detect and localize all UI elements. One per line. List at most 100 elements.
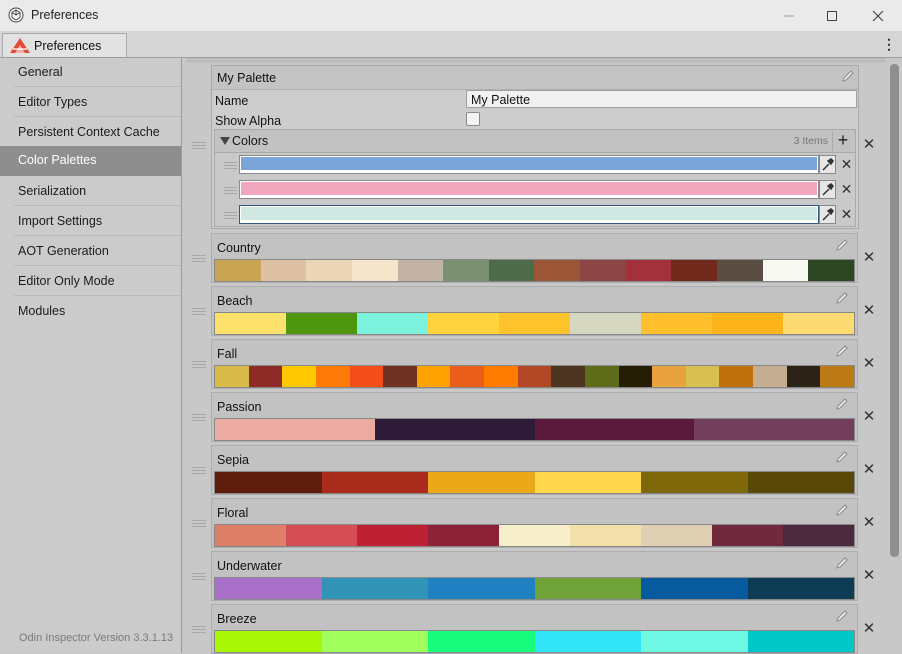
color-swatch (215, 313, 286, 334)
drag-handle-icon[interactable] (192, 414, 206, 422)
remove-color-icon[interactable]: ✕ (840, 157, 853, 171)
foldout-triangle-icon[interactable] (220, 137, 230, 145)
pencil-icon[interactable] (835, 450, 849, 464)
add-color-button[interactable]: + (832, 131, 853, 151)
palette-floral[interactable]: Floral (211, 498, 858, 548)
color-field[interactable] (239, 155, 819, 174)
color-strip[interactable] (214, 418, 855, 441)
remove-palette-icon[interactable]: ✕ (862, 409, 876, 424)
odin-logo-icon (10, 38, 30, 53)
color-swatch (315, 366, 350, 387)
drag-handle-icon[interactable] (192, 361, 206, 369)
color-swatch (783, 313, 854, 334)
sidebar-item-label: AOT Generation (18, 244, 109, 258)
color-swatch (321, 472, 428, 493)
color-swatch (428, 525, 499, 546)
color-strip[interactable] (214, 630, 855, 653)
drag-handle-icon[interactable] (224, 162, 237, 171)
tab-preferences[interactable]: Preferences (2, 33, 127, 57)
sidebar-item-modules[interactable]: Modules (0, 297, 181, 326)
color-swatch (499, 525, 570, 546)
drag-handle-icon[interactable] (192, 520, 206, 528)
palette-fall[interactable]: Fall (211, 339, 858, 389)
palette-beach[interactable]: Beach (211, 286, 858, 336)
color-strip[interactable] (214, 312, 855, 335)
color-swatch (357, 525, 428, 546)
sidebar-item-serialization[interactable]: Serialization (0, 177, 181, 206)
pencil-icon[interactable] (835, 503, 849, 517)
sidebar-item-color-palettes[interactable]: Color Palettes (0, 146, 181, 176)
color-swatch (215, 525, 286, 546)
minimize-button[interactable] (766, 0, 812, 31)
name-input[interactable]: My Palette (466, 90, 857, 108)
colors-header[interactable]: Colors 3 Items + (215, 130, 855, 153)
eyedropper-button[interactable] (819, 155, 836, 174)
palette-country[interactable]: Country (211, 233, 858, 283)
color-strip[interactable] (214, 365, 855, 388)
palette-title: Country (217, 241, 261, 255)
drag-handle-icon[interactable] (192, 573, 206, 581)
color-field[interactable] (239, 205, 819, 224)
drag-handle-icon[interactable] (224, 187, 237, 196)
remove-color-icon[interactable]: ✕ (840, 182, 853, 196)
color-strip[interactable] (214, 577, 855, 600)
more-options-icon[interactable]: ⋮ (882, 36, 896, 54)
remove-color-icon[interactable]: ✕ (840, 207, 853, 221)
remove-palette-icon[interactable]: ✕ (862, 356, 876, 371)
palette-breeze[interactable]: Breeze (211, 604, 858, 654)
drag-handle-icon[interactable] (224, 212, 237, 221)
pencil-icon[interactable] (835, 291, 849, 305)
pencil-icon[interactable] (835, 397, 849, 411)
sidebar-item-label: General (18, 65, 63, 79)
color-swatch (570, 525, 641, 546)
sidebar-item-label: Modules (18, 304, 66, 318)
remove-palette-icon[interactable]: ✕ (862, 515, 876, 530)
sidebar-item-editor-types[interactable]: Editor Types (0, 88, 181, 117)
drag-handle-icon[interactable] (192, 142, 206, 150)
sidebar-item-persistent-context-cache[interactable]: Persistent Context Cache (0, 118, 181, 147)
close-button[interactable] (855, 0, 901, 31)
color-strip[interactable] (214, 259, 855, 282)
remove-palette-icon[interactable]: ✕ (862, 250, 876, 265)
drag-handle-icon[interactable] (192, 467, 206, 475)
list-top-edge (186, 58, 886, 63)
sidebar-item-general[interactable]: General (0, 58, 181, 87)
show-alpha-checkbox[interactable] (466, 112, 480, 126)
color-strip[interactable] (214, 524, 855, 547)
color-swatch (717, 260, 763, 281)
drag-handle-icon[interactable] (192, 308, 206, 316)
color-strip[interactable] (214, 471, 855, 494)
remove-palette-icon[interactable]: ✕ (862, 303, 876, 318)
palette-underwater[interactable]: Underwater (211, 551, 858, 601)
show-alpha-label: Show Alpha (215, 114, 282, 128)
color-swatch (215, 419, 375, 440)
pencil-icon[interactable] (835, 238, 849, 252)
palette-sepia[interactable]: Sepia (211, 445, 858, 495)
sidebar-item-label: Color Palettes (18, 153, 97, 167)
eyedropper-button[interactable] (819, 180, 836, 199)
eyedropper-button[interactable] (819, 205, 836, 224)
palette-header[interactable]: My Palette (212, 66, 858, 90)
color-field[interactable] (239, 180, 819, 199)
remove-palette-icon[interactable]: ✕ (862, 568, 876, 583)
remove-palette-icon[interactable]: ✕ (862, 621, 876, 636)
color-swatch (428, 578, 535, 599)
maximize-button[interactable] (809, 0, 855, 31)
remove-palette-icon[interactable]: ✕ (862, 137, 876, 152)
color-swatch (443, 260, 489, 281)
pencil-icon[interactable] (835, 556, 849, 570)
color-swatch (260, 260, 307, 281)
drag-handle-icon[interactable] (192, 626, 206, 634)
sidebar-item-aot-generation[interactable]: AOT Generation (0, 237, 181, 266)
pencil-icon[interactable] (835, 609, 849, 623)
pencil-icon[interactable] (835, 344, 849, 358)
drag-handle-icon[interactable] (192, 255, 206, 263)
color-swatch (416, 366, 451, 387)
palette-passion[interactable]: Passion (211, 392, 858, 442)
remove-palette-icon[interactable]: ✕ (862, 462, 876, 477)
sidebar-item-editor-only-mode[interactable]: Editor Only Mode (0, 267, 181, 296)
pencil-icon[interactable] (841, 69, 855, 83)
color-swatch (641, 472, 748, 493)
scrollbar-thumb[interactable] (890, 64, 899, 557)
sidebar-item-import-settings[interactable]: Import Settings (0, 207, 181, 236)
